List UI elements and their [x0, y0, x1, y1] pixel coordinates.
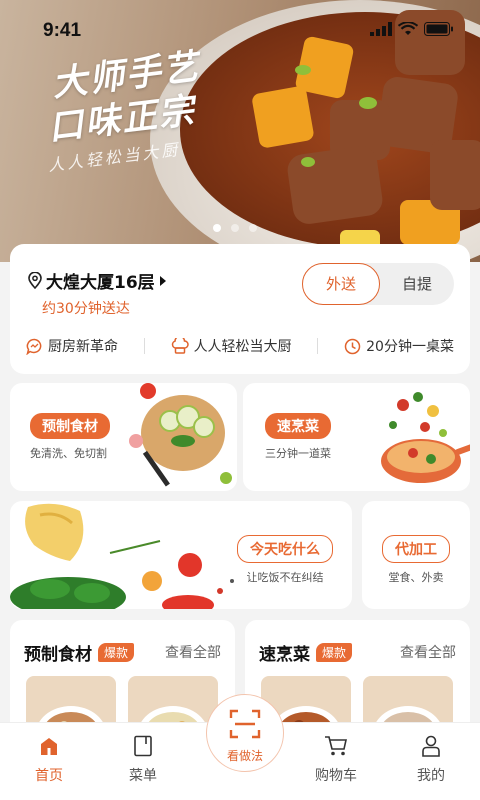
scan-icon [229, 709, 261, 739]
section-title: 速烹菜 [259, 645, 310, 665]
carousel-dot[interactable] [231, 224, 239, 232]
divider [317, 338, 319, 354]
user-icon [422, 735, 440, 757]
status-bar: 9:41 [0, 0, 480, 60]
delivery-eta: 约30分钟送达 [42, 301, 130, 317]
food-collage-image [10, 503, 234, 609]
tab-menu[interactable]: 菜单 [108, 733, 178, 785]
view-all-link[interactable]: 查看全部 [165, 642, 221, 662]
vegetables-image [129, 383, 232, 487]
home-icon [41, 738, 57, 755]
tab-label: 菜单 [129, 768, 157, 784]
location-selector[interactable]: 大煌大厦16层 [28, 268, 167, 293]
delivery-mode-toggle[interactable]: 自提 外送 [302, 263, 454, 305]
hot-badge: 爆款 [98, 643, 135, 662]
tab-label: 购物车 [315, 768, 357, 784]
feature-item: 人人轻松当大厨 [171, 336, 292, 356]
chef-hat-icon [171, 337, 189, 354]
tab-label: 首页 [35, 768, 63, 784]
category-tag: 预制食材 [30, 413, 110, 439]
category-tag: 今天吃什么 [237, 535, 333, 563]
view-all-link[interactable]: 查看全部 [400, 642, 456, 662]
category-desc: 免清洗、免切割 [30, 447, 107, 460]
delivery-card: 大煌大厦16层 约30分钟送达 自提 外送 厨房新革命 人人轻松当大厨 20分钟… [10, 244, 470, 374]
feature-label: 厨房新革命 [48, 339, 118, 355]
feature-item: 厨房新革命 [26, 336, 118, 356]
category-desc: 三分钟一道菜 [265, 447, 331, 460]
divider [143, 338, 145, 354]
carousel-dots[interactable] [213, 224, 257, 232]
section-title: 预制食材 [24, 645, 92, 665]
feature-row: 厨房新革命 人人轻松当大厨 20分钟一桌菜 [26, 336, 454, 356]
tab-label: 我的 [417, 768, 445, 784]
hot-badge: 爆款 [316, 643, 353, 662]
signal-icon [370, 22, 392, 36]
menu-book-icon [134, 735, 152, 757]
location-pin-icon [28, 272, 42, 289]
tab-cart[interactable]: 购物车 [301, 733, 371, 785]
feature-item: 20分钟一桌菜 [344, 336, 454, 356]
feature-label: 20分钟一桌菜 [366, 339, 454, 355]
category-tag: 速烹菜 [265, 413, 331, 439]
tab-profile[interactable]: 我的 [396, 733, 466, 785]
carousel-dot[interactable] [213, 224, 221, 232]
clock-icon [344, 338, 361, 354]
battery-icon [424, 22, 453, 36]
wok-image [381, 392, 470, 483]
category-tile-prepared-ingredients[interactable]: 预制食材 免清洗、免切割 [10, 383, 237, 491]
mode-pickup-option[interactable]: 自提 [380, 263, 454, 305]
category-desc: 堂食、外卖 [388, 571, 444, 584]
category-tile-what-to-eat[interactable]: 今天吃什么 让吃饭不在纠结 [10, 501, 352, 609]
chat-bubble-icon [26, 338, 42, 355]
scan-recipe-button[interactable]: 看做法 [206, 694, 284, 772]
shopping-cart-icon [325, 736, 347, 756]
carousel-dot[interactable] [249, 224, 257, 232]
tab-home[interactable]: 首页 [14, 733, 84, 785]
hero-banner[interactable]: 9:41 大师手艺 口味正宗 人人轻松当大厨 [0, 0, 480, 262]
feature-label: 人人轻松当大厨 [193, 339, 292, 355]
status-time: 9:41 [43, 20, 82, 41]
wifi-icon [398, 22, 418, 35]
mode-delivery-option[interactable]: 外送 [302, 263, 380, 305]
scan-label: 看做法 [226, 749, 263, 763]
caret-right-icon [159, 275, 166, 286]
category-tag: 代加工 [382, 535, 450, 563]
location-name: 大煌大厦16层 [46, 273, 155, 293]
category-desc: 让吃饭不在纠结 [246, 571, 324, 584]
category-tile-quick-cook[interactable]: 速烹菜 三分钟一道菜 [243, 383, 470, 491]
category-tile-processing[interactable]: 代加工 堂食、外卖 [362, 501, 470, 609]
